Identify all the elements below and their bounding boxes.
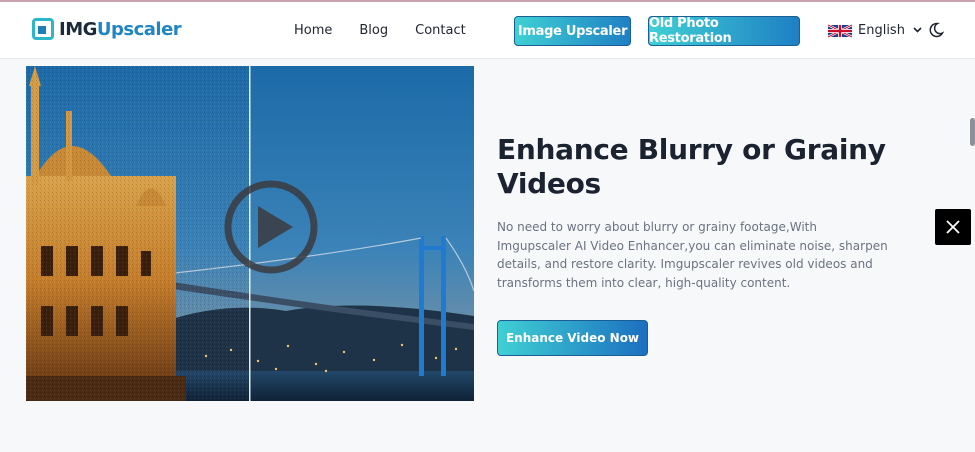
hero-description: No need to worry about blurry or grainy … [497,220,888,290]
nav-link-home[interactable]: Home [294,23,332,38]
top-navbar: IMGUpscaler Home Blog Contact Image Upsc… [0,2,975,59]
hero-title: Enhance Blurry or Grainy Videos [497,133,886,200]
main-nav: Home Blog Contact [294,23,493,38]
uk-flag-icon [828,23,852,38]
video-preview[interactable] [26,66,474,401]
chevron-down-icon [913,25,922,36]
x-twitter-share-button[interactable] [935,209,971,245]
x-twitter-icon [946,220,960,234]
brand-name-part1: IMG [59,18,97,40]
brand-name: IMGUpscaler [59,18,182,40]
language-selector[interactable]: English [828,23,922,38]
old-photo-restoration-button[interactable]: Old Photo Restoration [648,16,800,46]
nav-link-blog[interactable]: Blog [359,23,388,38]
moon-icon[interactable] [928,22,944,38]
page-scrollbar-thumb[interactable] [970,118,975,146]
brand-logo[interactable]: IMGUpscaler [32,18,182,40]
logo-icon [32,18,54,40]
play-icon[interactable] [223,179,319,275]
enhance-video-now-button[interactable]: Enhance Video Now [497,320,648,356]
nav-link-contact[interactable]: Contact [415,23,466,38]
image-upscaler-button[interactable]: Image Upscaler [514,16,631,46]
language-label: English [858,23,905,38]
brand-name-part2: Upscaler [96,18,182,40]
